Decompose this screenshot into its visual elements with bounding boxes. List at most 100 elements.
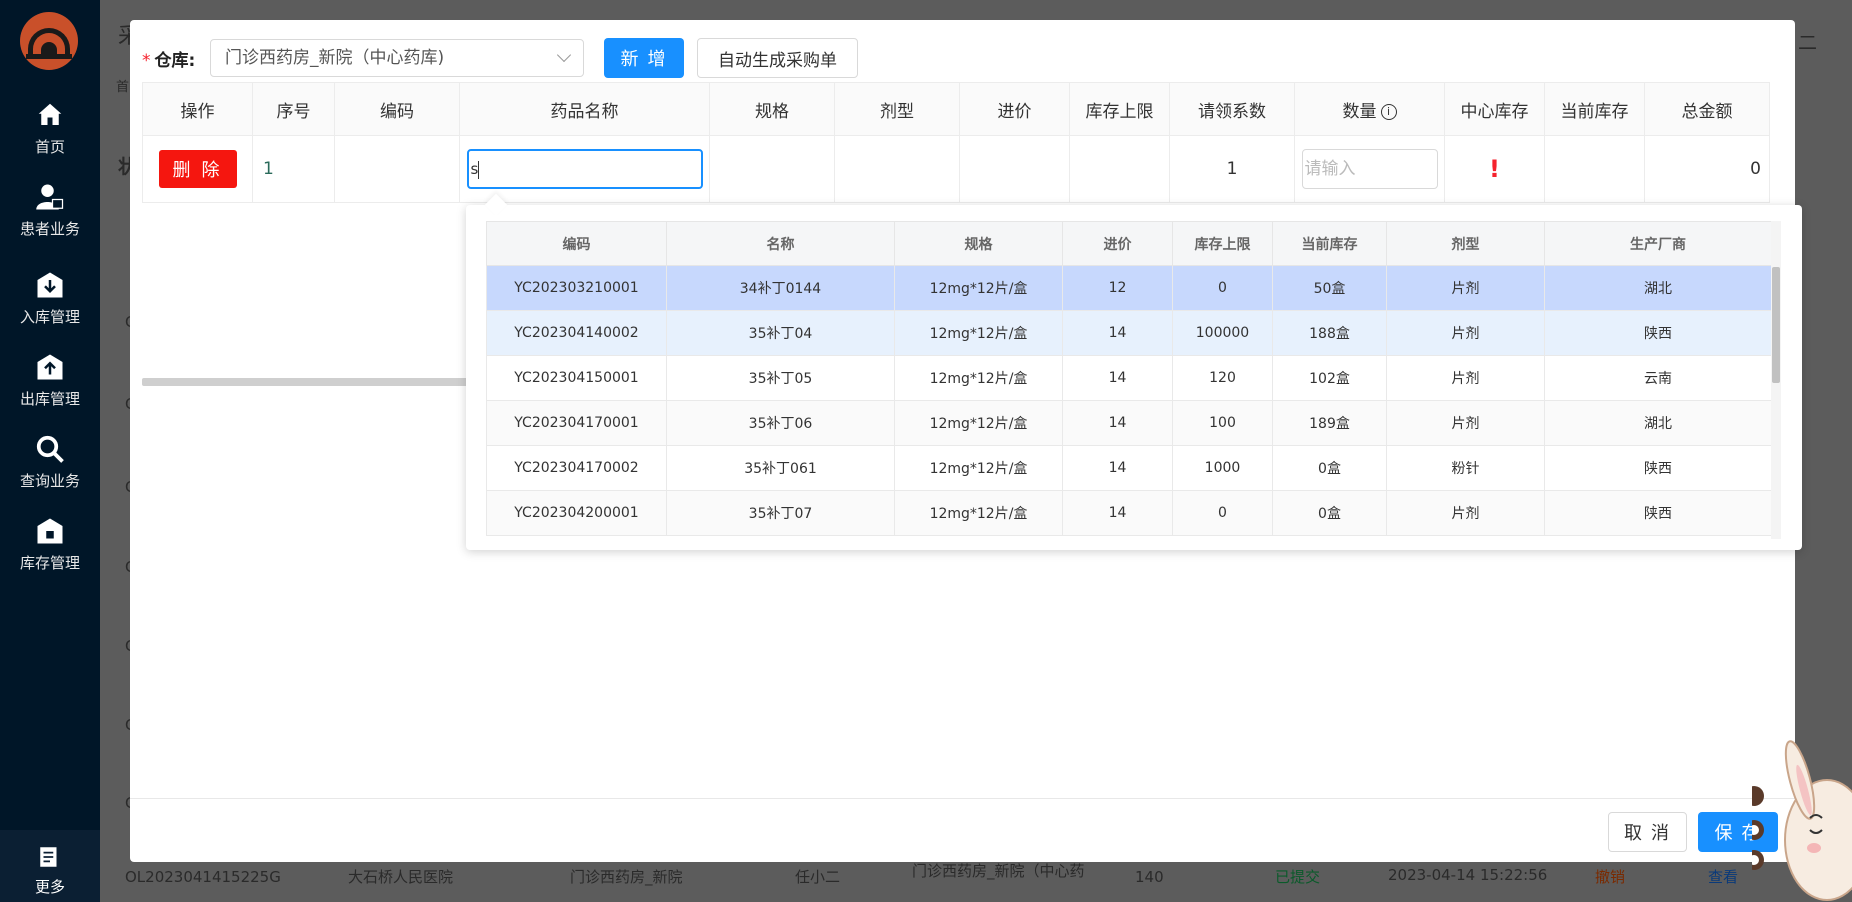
suggestion-cell: 35补丁06 [666,400,895,446]
suggestion-row[interactable]: YC202304150001 35补丁05 12mg*12片/盒 14 120 102盒片… [486,355,1772,401]
dropdown-scrollbar[interactable] [1771,221,1781,539]
horizontal-scrollbar[interactable] [142,378,482,386]
footer-divider [130,798,1795,799]
suggestion-cell: 50盒 [1272,265,1387,311]
more-icon [40,847,57,867]
suggestion-cell: 片剂 [1386,400,1545,446]
suggestion-cell: 粉针 [1386,445,1545,491]
suggestion-cell: 102盒 [1272,355,1387,401]
suggestion-cell: 35补丁04 [666,310,895,356]
suggestion-cell: 35补丁07 [666,490,895,536]
suggestion-cell: YC202303210001 [486,265,667,311]
col-header-spec: 规格 [709,82,835,136]
bg-row-cell: 2023-04-14 15:22:56 [1388,866,1548,884]
warehouse-label-text: 仓库: [154,51,196,71]
col-header-form: 剂型 [834,82,960,136]
sidebar: 首页 患者业务 入库管理 出库管理 查询业务 库存管理 更多 [0,0,100,902]
suggestion-cell: 34补丁0144 [666,265,895,311]
suggestion-cell: YC202304150001 [486,355,667,401]
bg-row-cell: 查看 [1708,868,1739,886]
suggestion-cell: 0盒 [1272,490,1387,536]
inbound-icon [37,272,63,298]
suggestion-cell: 35补丁061 [666,445,895,491]
sidebar-item-inbound[interactable]: 入库管理 [0,270,100,350]
sidebar-item-home[interactable]: 首页 [0,100,100,180]
cell-spec [709,135,835,203]
bg-row-cell: OL2023041415225G [125,868,281,886]
required-mark: * [142,51,151,71]
quantity-input[interactable]: 请输入 [1301,149,1438,189]
suggestion-cell: 0 [1172,490,1273,536]
suggestion-cell: 陕西 [1544,310,1772,356]
table-row: 删 除 1 s 1 请输入 ! 0 [142,135,1770,203]
dd-header-form: 剂型 [1386,221,1545,266]
suggestion-cell: 1000 [1172,445,1273,491]
col-header-price: 进价 [959,82,1070,136]
cell-quantity: 请输入 [1294,135,1445,203]
suggestion-cell: 12mg*12片/盒 [894,445,1063,491]
suggestion-cell: YC202304170002 [486,445,667,491]
drug-name-input[interactable]: s [466,149,703,189]
suggestion-row[interactable]: YC202304200001 35补丁07 12mg*12片/盒 14 0 0盒 片剂 陕西 [486,490,1772,536]
col-header-name: 药品名称 [459,82,710,136]
sidebar-item-label: 患者业务 [19,220,80,238]
suggestion-cell: 14 [1062,310,1173,356]
cancel-button[interactable]: 取 消 [1608,812,1687,852]
sidebar-item-outbound[interactable]: 出库管理 [0,352,100,432]
suggestion-cell: 14 [1062,490,1173,536]
suggestion-cell: YC202304170001 [486,400,667,446]
col-header-quantity: 数量 i [1294,82,1445,136]
drug-suggestion-dropdown: 编码 名称 规格 进价 库存上限 当前库存 剂型 生产厂商 YC20230321… [466,193,1802,550]
suggestion-row[interactable]: YC202304170001 35补丁06 12mg*12片/盒 14 100 189盒片… [486,400,1772,446]
suggestion-cell: 陕西 [1544,445,1772,491]
suggestion-cell: 14 [1062,400,1173,446]
suggestion-cell: YC202304200001 [486,490,667,536]
suggestion-cell: 188盒 [1272,310,1387,356]
suggestion-cell: 片剂 [1386,310,1545,356]
col-header-index: 序号 [252,82,335,136]
suggestion-cell: 100 [1172,400,1273,446]
add-button[interactable]: 新 增 [604,38,684,78]
bg-row-cell: 已提交 [1275,868,1321,886]
suggestion-row[interactable]: YC202304140002 35补丁04 12mg*12片/盒 14 100000 18… [486,310,1772,356]
user-name: 二 [1798,32,1818,54]
dropdown-scrollbar-thumb[interactable] [1772,267,1780,383]
cell-index: 1 [252,135,335,203]
suggestion-cell: 100000 [1172,310,1273,356]
suggestion-cell: 12mg*12片/盒 [894,265,1063,311]
sidebar-item-inventory[interactable]: 库存管理 [0,516,100,596]
dd-header-current-stock: 当前库存 [1272,221,1387,266]
sidebar-item-more[interactable]: 更多 [0,830,100,902]
cell-total: 0 [1644,135,1770,203]
cell-form [834,135,960,203]
cell-name: s [459,135,710,203]
dd-header-upper: 库存上限 [1172,221,1273,266]
warehouse-select-value: 门诊西药房_新院（中心药库) [225,48,445,68]
search-icon [36,435,64,463]
warehouse-select[interactable]: 门诊西药房_新院（中心药库) [210,39,584,77]
suggestion-row[interactable]: YC202303210001 34补丁0144 12mg*12片/盒 12 0 50盒 片剂… [486,265,1772,311]
sidebar-item-label: 出库管理 [19,390,80,408]
sidebar-item-label: 首页 [34,138,65,156]
col-header-action: 操作 [142,82,253,136]
cell-coefficient: 1 [1169,135,1295,203]
sidebar-item-patients[interactable]: 患者业务 [0,182,100,262]
info-icon[interactable]: i [1380,103,1397,120]
suggestion-cell: 14 [1062,445,1173,491]
cell-center-stock: ! [1444,135,1545,203]
dd-header-manufacturer: 生产厂商 [1544,221,1772,266]
delete-button[interactable]: 删 除 [158,150,237,188]
col-header-center-stock: 中心库存 [1444,82,1545,136]
bg-row-cell: 任小二 [795,868,841,886]
dd-header-spec: 规格 [894,221,1063,266]
breadcrumb: 首 [116,80,130,95]
suggestion-cell: 0盒 [1272,445,1387,491]
warning-icon: ! [1489,155,1500,183]
col-header-upper: 库存上限 [1069,82,1170,136]
sidebar-item-label: 更多 [34,878,65,896]
sidebar-item-label: 库存管理 [19,554,80,572]
suggestion-cell: 35补丁05 [666,355,895,401]
suggestion-row[interactable]: YC202304170002 35补丁061 12mg*12片/盒 14 1000 0盒粉… [486,445,1772,491]
sidebar-item-query[interactable]: 查询业务 [0,434,100,514]
auto-generate-button[interactable]: 自动生成采购单 [697,38,858,78]
